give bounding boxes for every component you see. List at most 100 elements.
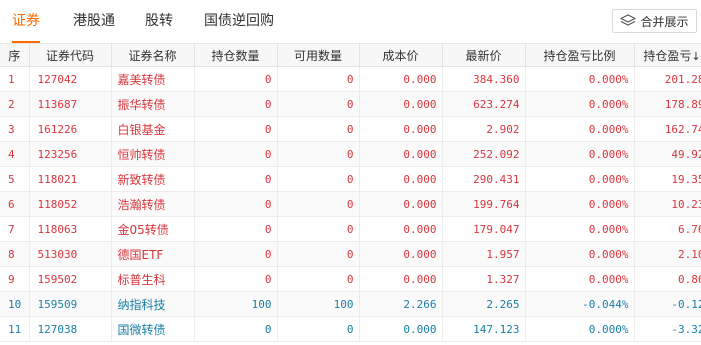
col-header-cost[interactable]: 成本价 [359,44,443,67]
tab-securities[interactable]: 证券 [12,0,40,43]
cell-pl: 162.74 [634,116,701,142]
cell-name: 纳指科技 [111,291,195,317]
cell-name: 金05转债 [111,216,195,242]
cell-avail: 0 [277,116,360,142]
cell-price: 2.265 [442,291,526,317]
cell-name: 嘉美转债 [111,66,195,92]
cell-price: 199.764 [442,191,526,217]
tab-bar: 证券 港股通 股转 国债逆回购 合并展示 [0,0,701,44]
tab-repo[interactable]: 国债逆回购 [204,0,274,42]
cell-cost: 0.000 [359,316,443,342]
cell-pl-pct: 0.000% [525,241,635,267]
table-row[interactable]: 4123256恒帅转债000.000252.0920.000%49.92 [0,141,701,167]
tab-hk-connect-label: 港股通 [73,13,115,29]
cell-pl-pct: 0.000% [525,166,635,192]
layers-icon [620,14,637,28]
cell-code: 127042 [29,66,112,92]
cell-qty: 0 [194,116,278,142]
cell-pl-pct: 0.000% [525,191,635,217]
cell-price: 1.327 [442,266,526,292]
table-row[interactable]: 3 161226 白银基金 0 0 0.000 2.902 0.000% 162.74 [0,116,701,142]
cell-cost: 0.000 [359,116,443,142]
cell-pl: 10.23 [634,191,701,217]
col-header-seq[interactable]: 序 [0,44,30,67]
cell-pl: 178.89 [634,91,701,117]
cell-pl: 19.35 [634,166,701,192]
col-header-name[interactable]: 证券名称 [111,44,195,67]
col-header-price[interactable]: 最新价 [442,44,526,67]
table-row[interactable]: 11127038国微转债000.000147.1230.000%-3.32 [0,316,701,342]
cell-seq: 8 [0,241,30,267]
col-header-code[interactable]: 证券代码 [29,44,112,67]
cell-cost: 0.000 [359,141,443,167]
cell-price: 623.274 [442,91,526,117]
cell-avail: 100 [277,291,360,317]
col-header-pl-label: 持仓盈亏 [643,48,692,63]
table-row[interactable]: 8513030德国ETF000.0001.9570.000%2.10 [0,241,701,267]
cell-seq: 11 [0,316,30,342]
table-row[interactable]: 7118063金05转债000.000179.0470.000%6.76 [0,216,701,242]
cell-name: 新致转债 [111,166,195,192]
col-header-avail[interactable]: 可用数量 [277,44,360,67]
cell-pl: 201.28 [634,66,701,92]
cell-qty: 0 [194,66,278,92]
cell-cost: 0.000 [359,216,443,242]
cell-name: 德国ETF [111,241,195,267]
tab-repo-label: 国债逆回购 [204,13,274,29]
cell-pl-pct: -0.044% [525,291,635,317]
table-row[interactable]: 9159502标普生科000.0001.3270.000%0.86 [0,266,701,292]
col-header-pl-pct[interactable]: 持仓盈亏比例 [525,44,635,67]
table-row[interactable]: 2 113687 振华转债 0 0 0.000 623.274 0.000% 178.89 [0,91,701,117]
cell-avail: 0 [277,141,360,167]
cell-avail: 0 [277,166,360,192]
cell-pl-pct: 0.000% [525,91,635,117]
cell-price: 147.123 [442,316,526,342]
cell-pl: 0.86 [634,266,701,292]
cell-cost: 0.000 [359,66,443,92]
cell-seq: 7 [0,216,30,242]
cell-avail: 0 [277,216,360,242]
cell-pl: 2.10 [634,241,701,267]
cell-qty: 0 [194,316,278,342]
cell-code: 161226 [29,116,112,142]
cell-avail: 0 [277,241,360,267]
cell-pl-pct: 0.000% [525,116,635,142]
cell-avail: 0 [277,191,360,217]
cell-code: 118063 [29,216,112,242]
cell-avail: 0 [277,91,360,117]
cell-qty: 0 [194,266,278,292]
table-row[interactable]: 6118052浩瀚转债000.000199.7640.000%10.23 [0,191,701,217]
cell-code: 159509 [29,291,112,317]
table-row[interactable]: 10159509纳指科技1001002.2662.265-0.044%-0.12 [0,291,701,317]
tab-hk-connect[interactable]: 港股通 [73,0,115,42]
cell-name: 白银基金 [111,116,195,142]
cell-avail: 0 [277,66,360,92]
table-row[interactable]: 1 127042 嘉美转债 0 0 0.000 384.360 0.000% 201.28 [0,66,701,92]
cell-code: 118021 [29,166,112,192]
merge-display-button[interactable]: 合并展示 [612,9,697,33]
cell-name: 标普生科 [111,266,195,292]
cell-pl: 49.92 [634,141,701,167]
cell-pl: -3.32 [634,316,701,342]
col-header-pl[interactable]: 持仓盈亏↓ [634,44,701,67]
cell-pl-pct: 0.000% [525,266,635,292]
cell-qty: 0 [194,241,278,267]
cell-price: 179.047 [442,216,526,242]
cell-code: 159502 [29,266,112,292]
cell-name: 振华转债 [111,91,195,117]
cell-qty: 0 [194,166,278,192]
cell-pl-pct: 0.000% [525,141,635,167]
tab-share-transfer[interactable]: 股转 [145,0,173,42]
col-header-qty[interactable]: 持仓数量 [194,44,278,67]
table-row[interactable]: 5118021新致转债000.000290.4310.000%19.35 [0,166,701,192]
cell-seq: 5 [0,166,30,192]
tab-share-transfer-label: 股转 [145,13,173,29]
positions-table: 序 证券代码 证券名称 持仓数量 可用数量 成本价 最新价 持仓盈亏比例 持仓盈… [0,44,701,342]
cell-price: 290.431 [442,166,526,192]
cell-cost: 0.000 [359,166,443,192]
cell-qty: 100 [194,291,278,317]
cell-avail: 0 [277,266,360,292]
cell-price: 2.902 [442,116,526,142]
cell-price: 252.092 [442,141,526,167]
cell-pl-pct: 0.000% [525,66,635,92]
